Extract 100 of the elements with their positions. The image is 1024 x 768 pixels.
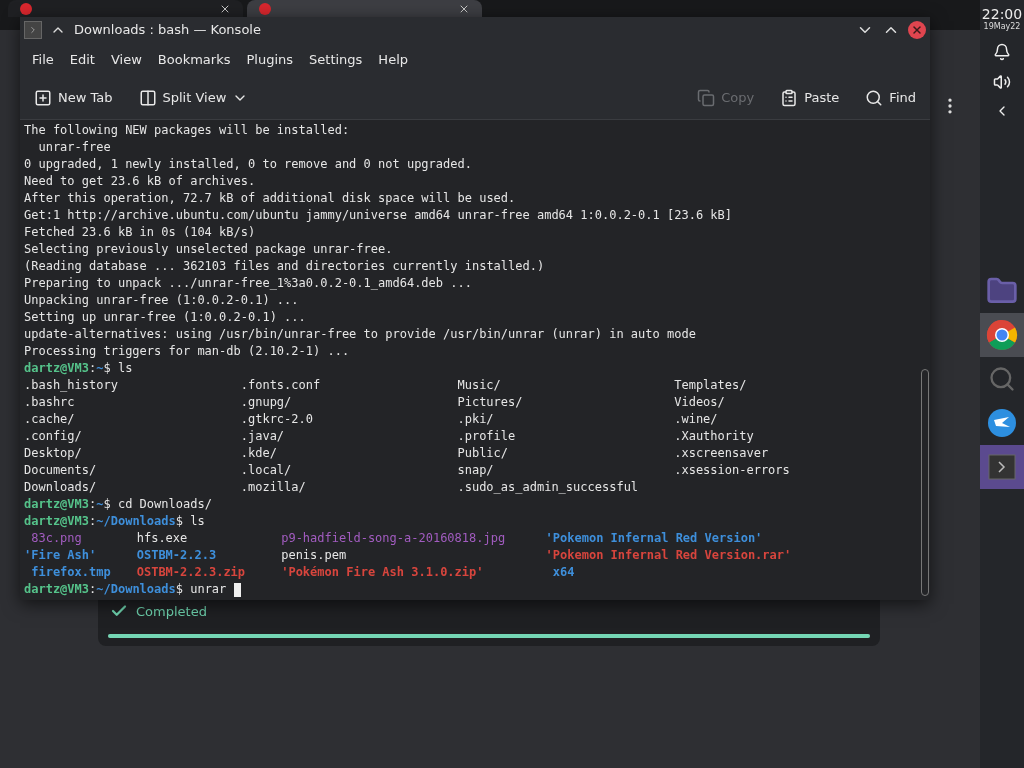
file-name: snap/: [457, 463, 494, 477]
menu-item[interactable]: File: [24, 48, 62, 72]
terminal-line: unrar-free: [37, 139, 112, 156]
terminal-icon[interactable]: [988, 453, 1016, 481]
menu-item[interactable]: Plugins: [238, 48, 302, 72]
download-status: Completed: [136, 603, 207, 619]
file-name: Music/: [457, 378, 501, 392]
file-name: .pki/: [457, 412, 494, 426]
prompt-path: ~: [96, 361, 104, 375]
file-name: OSTBM-2.2.3: [136, 548, 217, 562]
file-name: 'Pokémon Fire Ash 3.1.0.zip': [281, 565, 484, 579]
split-view-icon: [138, 88, 157, 107]
file-name: Downloads/: [24, 480, 97, 494]
file-name: .xscreensaver: [674, 446, 769, 460]
terminal-line: (Reading database ... 362103 files and directories currently installed.): [24, 258, 546, 275]
file-name: 'Pokemon Infernal Red Version': [545, 531, 763, 545]
prompt-path: ~: [96, 497, 104, 511]
file-name: firefox.tmp: [30, 565, 111, 579]
file-name: .kde/: [240, 446, 277, 460]
terminal-line: Setting up unrar-free (1:0.0.2-0.1) ...: [24, 309, 307, 326]
prompt-command: $ ls: [175, 514, 205, 528]
mega-icon: [259, 2, 271, 15]
terminal-line: Preparing to unpack .../unrar-free_1%3a0.0.2-0.1_amd64.deb ...: [24, 275, 473, 292]
file-name: .xsession-errors: [674, 463, 790, 477]
file-name: .gtkrc-2.0: [240, 412, 313, 426]
file-name: .sudo_as_admin_successful: [457, 480, 639, 494]
file-name: hfs.exe: [136, 531, 188, 545]
terminal-line: Need to get 23.6 kB of archives.: [24, 173, 257, 190]
terminal-line: update-alternatives: using /usr/bin/unrar-free to provide /usr/bin/unrar (unrar) in auto mode: [24, 326, 697, 343]
chrome-icon[interactable]: [986, 319, 1018, 351]
menu-item[interactable]: Edit: [61, 48, 103, 72]
file-name: Pictures/: [457, 395, 523, 409]
file-name: p9-hadfield-song-a-20160818.jpg: [281, 531, 506, 545]
toolbar-button[interactable]: New Tab: [28, 84, 119, 111]
window-title: Downloads : bash — Konsole: [74, 22, 262, 38]
new-tab-icon: [34, 88, 52, 107]
prompt-user: dartz@VM3: [24, 514, 90, 528]
terminal-line: After this operation, 72.7 kB of additional disk space will be used.: [24, 190, 517, 207]
search-icon[interactable]: [988, 365, 1016, 393]
close-icon: [911, 23, 923, 36]
file-name: .local/: [240, 463, 292, 477]
prompt-separator: :: [89, 497, 97, 511]
file-name: .gnupg/: [240, 395, 292, 409]
clock-date: 19May22: [983, 22, 1021, 31]
terminal-line: Processing triggers for man-db (2.10.2-1) ...: [24, 343, 351, 360]
mega-icon: [20, 2, 32, 15]
prompt-separator: :: [89, 361, 97, 375]
terminal-line: Fetched 23.6 kB in 0s (104 kB/s): [24, 224, 257, 241]
file-name: .bash_history: [24, 378, 118, 392]
file-name: .fonts.conf: [240, 378, 321, 392]
prompt-command: $ cd Downloads/: [103, 497, 212, 511]
file-name: Public/: [457, 446, 509, 460]
file-name: .bashrc: [24, 395, 75, 409]
menu-item[interactable]: Bookmarks: [149, 48, 239, 72]
prompt-command: $ ls: [103, 361, 133, 375]
app-icon[interactable]: [24, 20, 42, 39]
prompt-separator: :: [89, 582, 97, 596]
toolbar-button[interactable]: Find: [859, 84, 922, 111]
file-name: x64: [551, 565, 575, 579]
terminal-line: The following NEW packages will be installed:: [24, 122, 351, 139]
file-name: Templates/: [674, 378, 747, 392]
file-name: 'Pokemon Infernal Red Version.rar': [545, 548, 792, 562]
search-icon: [865, 88, 884, 107]
file-name: .cache/: [24, 412, 75, 426]
toolbar-button[interactable]: Paste: [774, 84, 846, 111]
prompt-command: $ unrar: [175, 582, 227, 596]
taskbar-item[interactable]: [980, 313, 1024, 357]
bird-icon[interactable]: [987, 408, 1017, 438]
close-button[interactable]: [908, 20, 926, 39]
menu-item[interactable]: Help: [370, 48, 416, 72]
menu-item[interactable]: Settings: [301, 48, 371, 72]
file-name: Documents/: [24, 463, 97, 477]
prompt-separator: :: [89, 514, 97, 528]
file-name: .java/: [240, 429, 285, 443]
file-name: .wine/: [674, 412, 718, 426]
prompt-user: dartz@VM3: [24, 497, 90, 511]
file-name: .config/: [24, 429, 82, 443]
bell-icon[interactable]: [993, 43, 1011, 61]
volume-icon[interactable]: [993, 73, 1011, 91]
prompt-user: dartz@VM3: [24, 361, 90, 375]
file-name: 83c.png: [30, 531, 82, 545]
file-name: .mozilla/: [240, 480, 306, 494]
file-name: Videos/: [674, 395, 725, 409]
terminal-line: Get:1 http://archive.ubuntu.com/ubuntu jammy/universe amd64 unrar-free amd64 1:0.0.2-0.1 [23.6 kB]: [24, 207, 733, 224]
prompt-path: ~/Downloads: [96, 582, 176, 596]
toolbar-button[interactable]: Split View: [132, 84, 255, 111]
prompt-path: ~/Downloads: [96, 514, 176, 528]
terminal-line: 0 upgraded, 1 newly installed, 0 to remove and 0 not upgraded.: [24, 156, 473, 173]
prompt-user: dartz@VM3: [24, 582, 90, 596]
file-name: .Xauthority: [674, 429, 754, 443]
menu-item[interactable]: View: [102, 48, 150, 72]
file-name: OSTBM-2.2.3.zip: [136, 565, 246, 579]
terminal-line: Selecting previously unselected package unrar-free.: [24, 241, 394, 258]
clipboard-icon: [780, 88, 799, 107]
file-name: .profile: [457, 429, 516, 443]
file-name: 'Fire Ash': [24, 548, 97, 562]
terminal-line: Unpacking unrar-free (1:0.0.2-0.1) ...: [24, 292, 300, 309]
file-name: penis.pem: [281, 548, 347, 562]
clock-time: 22:00: [981, 6, 1023, 22]
copy-icon: [697, 88, 716, 107]
